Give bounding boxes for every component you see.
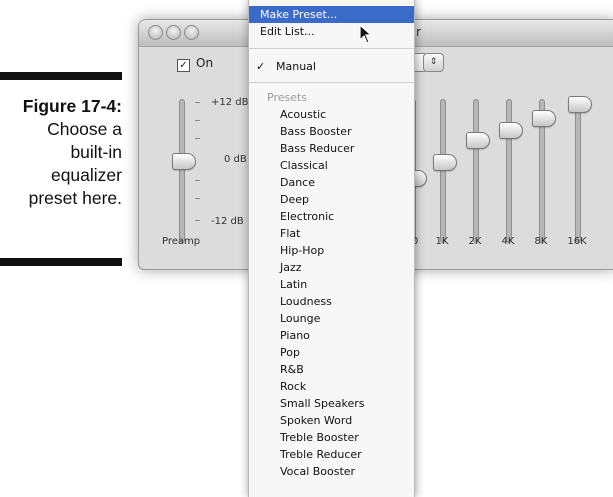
caption-top-rule bbox=[0, 72, 122, 80]
preamp-label: Preamp bbox=[162, 236, 201, 247]
band-slider-thumb[interactable] bbox=[568, 96, 592, 113]
preset-item[interactable]: Small Speakers bbox=[249, 395, 414, 412]
edit-list-menu-item[interactable]: Edit List... bbox=[249, 23, 414, 40]
preset-item[interactable]: Flat bbox=[249, 225, 414, 242]
window-title: r bbox=[416, 25, 421, 39]
preamp-slider-track[interactable] bbox=[179, 99, 185, 243]
edit-list-label: Edit List... bbox=[260, 25, 315, 38]
checkbox-checked-icon: ✓ bbox=[177, 59, 190, 72]
preset-select-arrows-icon[interactable]: ⇕ bbox=[423, 53, 444, 72]
on-label: On bbox=[196, 56, 214, 70]
db-mid-label: 0 dB bbox=[224, 154, 247, 165]
mouse-pointer-icon bbox=[359, 24, 373, 44]
band-slider-track[interactable] bbox=[575, 99, 581, 243]
zoom-window-button[interactable] bbox=[184, 25, 199, 40]
figure-label: Figure 17-4: bbox=[22, 96, 122, 116]
minimize-window-button[interactable] bbox=[166, 25, 181, 40]
db-bottom-label: -12 dB bbox=[211, 216, 244, 227]
check-mark-icon: ✓ bbox=[256, 60, 266, 73]
tick-mark bbox=[195, 198, 200, 199]
tick-mark bbox=[195, 220, 200, 221]
figure-text: Choose a built-in equalizer preset here. bbox=[28, 119, 122, 208]
band-slider-track[interactable] bbox=[440, 99, 446, 243]
preset-item[interactable]: Acoustic bbox=[249, 106, 414, 123]
band-label: 8K bbox=[534, 236, 548, 247]
tick-mark bbox=[195, 138, 200, 139]
make-preset-menu-item[interactable]: Make Preset... bbox=[249, 6, 414, 23]
band-slider-track[interactable] bbox=[473, 99, 479, 243]
band-slider-thumb[interactable] bbox=[433, 154, 457, 171]
manual-label: Manual bbox=[276, 60, 316, 73]
preset-item[interactable]: Loudness bbox=[249, 293, 414, 310]
preset-item[interactable]: Rock bbox=[249, 378, 414, 395]
band-slider-thumb[interactable] bbox=[532, 110, 556, 127]
preamp-slider-thumb[interactable] bbox=[172, 153, 196, 170]
menu-separator bbox=[249, 82, 414, 83]
preset-item[interactable]: Piano bbox=[249, 327, 414, 344]
preset-item[interactable]: Electronic bbox=[249, 208, 414, 225]
caption-bottom-rule bbox=[0, 258, 122, 266]
preset-item[interactable]: Spoken Word bbox=[249, 412, 414, 429]
db-top-label: +12 dB bbox=[211, 97, 249, 108]
preset-item[interactable]: Jazz bbox=[249, 259, 414, 276]
band-slider-thumb[interactable] bbox=[466, 132, 490, 149]
preset-item[interactable]: Bass Reducer bbox=[249, 140, 414, 157]
preset-item[interactable]: Hip-Hop bbox=[249, 242, 414, 259]
band-label: 2K bbox=[468, 236, 482, 247]
close-window-button[interactable] bbox=[148, 25, 163, 40]
preset-item[interactable]: Treble Booster bbox=[249, 429, 414, 446]
preset-item[interactable]: Pop bbox=[249, 344, 414, 361]
preset-item[interactable]: R&B bbox=[249, 361, 414, 378]
make-preset-label: Make Preset... bbox=[260, 8, 338, 21]
tick-mark bbox=[195, 102, 200, 103]
menu-separator bbox=[249, 48, 414, 49]
tick-mark bbox=[195, 120, 200, 121]
band-slider-thumb[interactable] bbox=[499, 122, 523, 139]
preset-item[interactable]: Latin bbox=[249, 276, 414, 293]
manual-menu-item[interactable]: ✓ Manual bbox=[249, 58, 414, 75]
tick-mark bbox=[195, 180, 200, 181]
eq-on-checkbox[interactable]: ✓ On bbox=[177, 56, 214, 72]
preset-dropdown-menu: Make Preset... Edit List... ✓ Manual Pre… bbox=[248, 0, 415, 497]
figure-caption: Figure 17-4: Choose a built-in equalizer… bbox=[0, 95, 122, 210]
presets-section-label: Presets bbox=[267, 91, 308, 104]
band-label: 4K bbox=[501, 236, 515, 247]
preset-item[interactable]: Deep bbox=[249, 191, 414, 208]
band-slider-track[interactable] bbox=[506, 99, 512, 243]
preset-item[interactable]: Treble Reducer bbox=[249, 446, 414, 463]
band-label: 1K bbox=[435, 236, 449, 247]
preset-item[interactable]: Classical bbox=[249, 157, 414, 174]
preset-item[interactable]: Bass Booster bbox=[249, 123, 414, 140]
preset-item[interactable]: Vocal Booster bbox=[249, 463, 414, 480]
band-label: 16K bbox=[567, 236, 587, 247]
preset-item[interactable]: Lounge bbox=[249, 310, 414, 327]
preset-item[interactable]: Dance bbox=[249, 174, 414, 191]
